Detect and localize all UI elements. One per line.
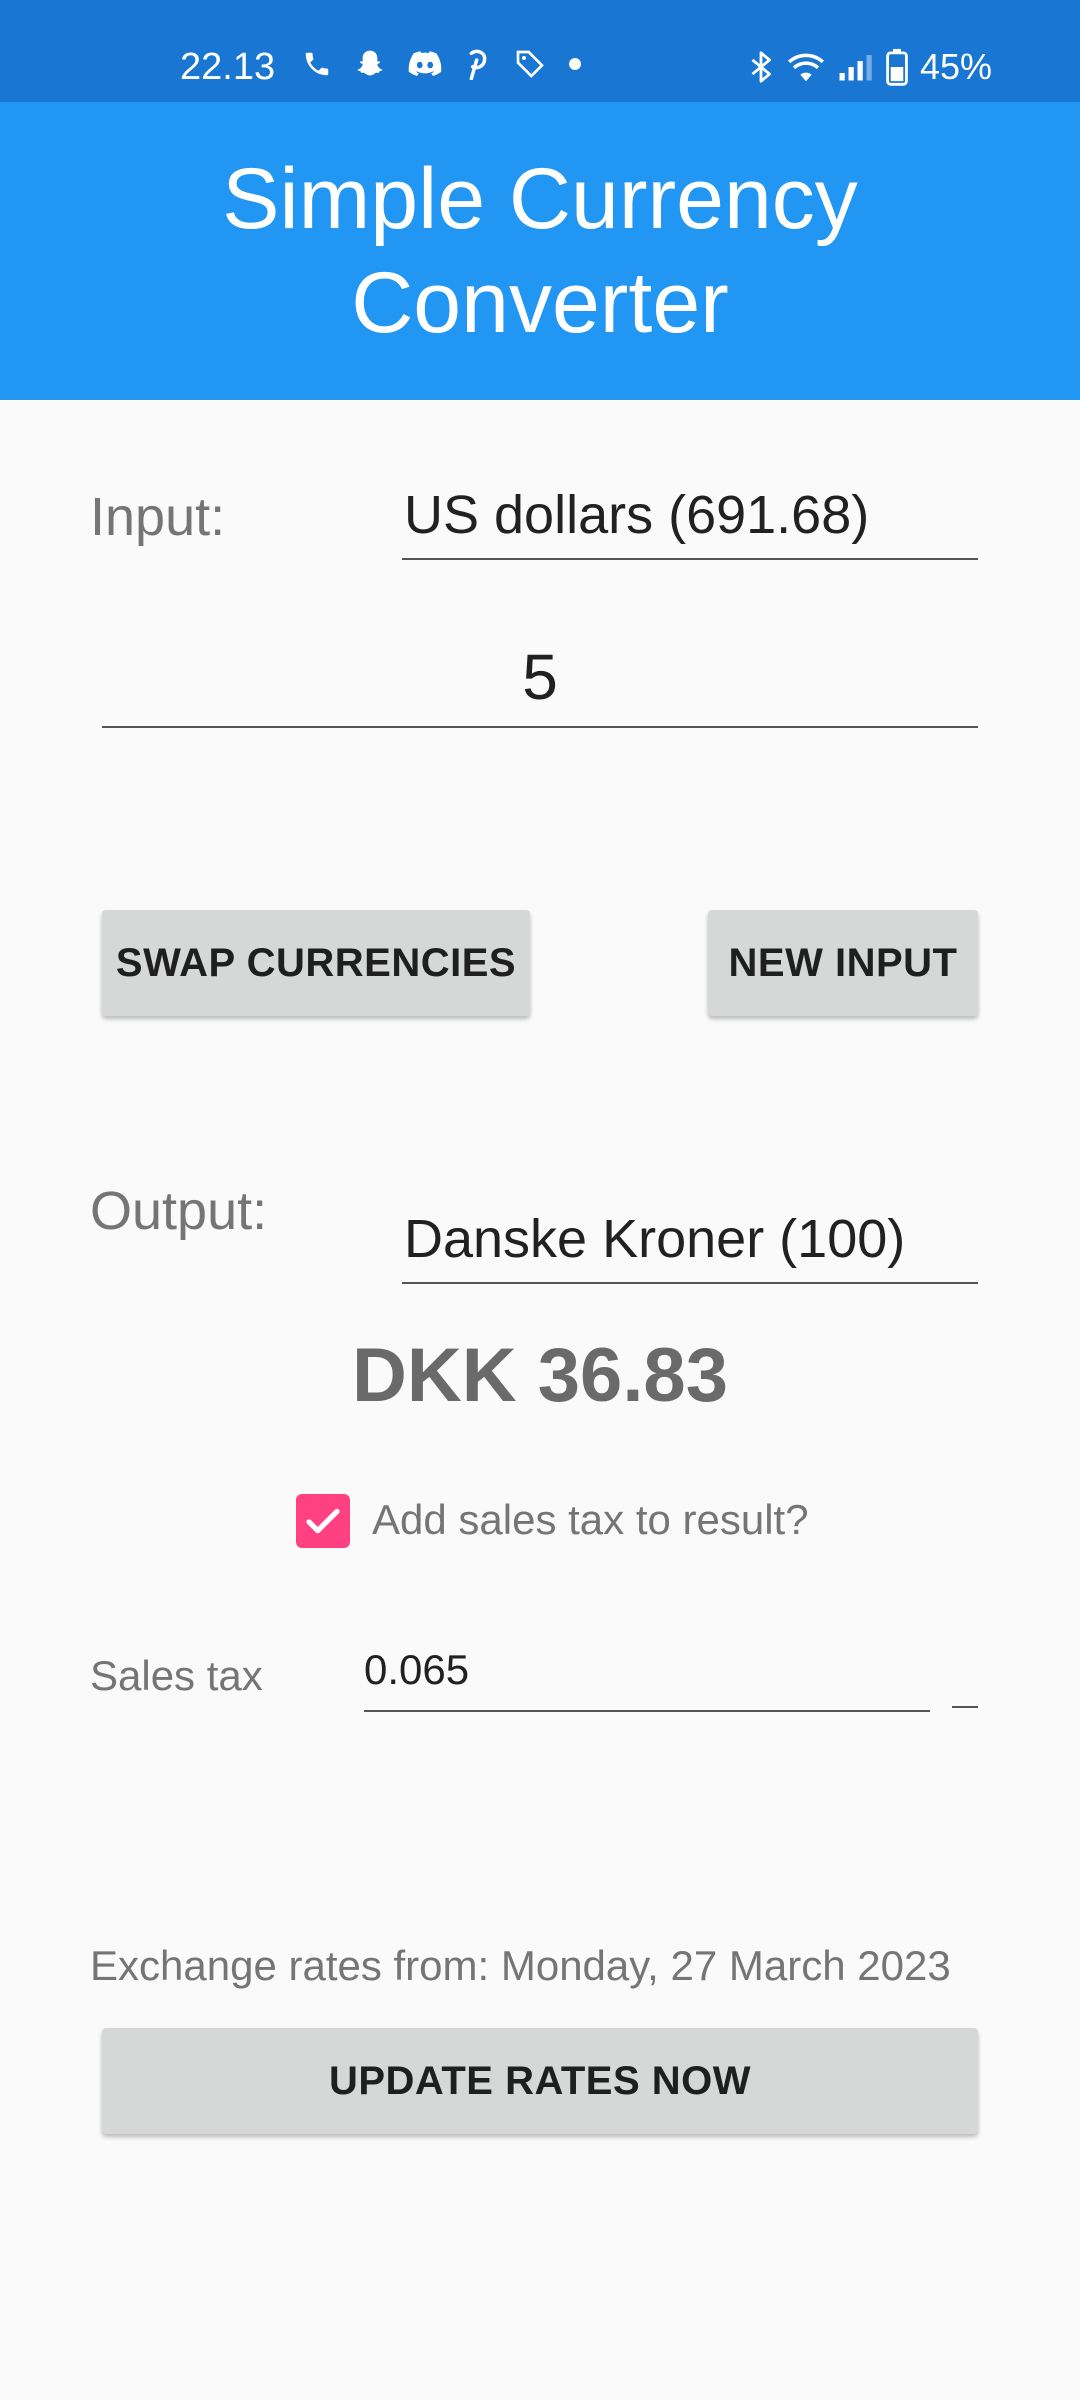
battery-percent: 45% (920, 46, 993, 87)
signal-icon (838, 52, 874, 82)
status-bar: 22.13 45% (0, 0, 1080, 102)
conversion-result: DKK 36.83 (352, 1333, 728, 1418)
sales-tax-checkbox-label[interactable]: Add sales tax to result? (372, 1496, 809, 1544)
exchange-rates-date: Exchange rates from: Monday, 27 March 20… (90, 1942, 951, 1989)
status-time: 22.13 (180, 46, 276, 88)
input-label: Input: (90, 487, 226, 547)
swap-currencies-button[interactable]: SWAP CURRENCIES (102, 910, 530, 1016)
checkmark-icon (306, 1508, 340, 1534)
bluetooth-icon (748, 50, 774, 84)
system-icons: 45% (748, 46, 992, 88)
sales-tax-input[interactable]: 0.065 (364, 1646, 930, 1712)
sales-tax-label: Sales tax (90, 1652, 263, 1699)
output-currency-spinner[interactable]: Danske Kroner (100) (402, 1208, 978, 1284)
input-currency-spinner[interactable]: US dollars (691.68) (402, 484, 978, 560)
app-bar: Simple Currency Converter (0, 102, 1080, 400)
dot-icon (568, 57, 582, 71)
pinterest-icon (464, 48, 492, 80)
update-rates-button[interactable]: UPDATE RATES NOW (102, 2028, 978, 2134)
notification-icons (302, 48, 582, 80)
snapchat-icon (354, 48, 386, 80)
phone-icon (302, 49, 332, 79)
amount-input[interactable]: 5 (102, 640, 978, 728)
battery-icon (886, 48, 908, 86)
tax-field-divider (952, 1706, 978, 1708)
discord-icon (408, 49, 442, 79)
sales-tax-checkbox[interactable] (296, 1494, 350, 1548)
app-title: Simple Currency Converter (222, 151, 858, 351)
wifi-icon (786, 51, 826, 83)
new-input-button[interactable]: NEW INPUT (708, 910, 978, 1016)
tag-icon (514, 48, 546, 80)
output-label: Output: (90, 1181, 268, 1241)
